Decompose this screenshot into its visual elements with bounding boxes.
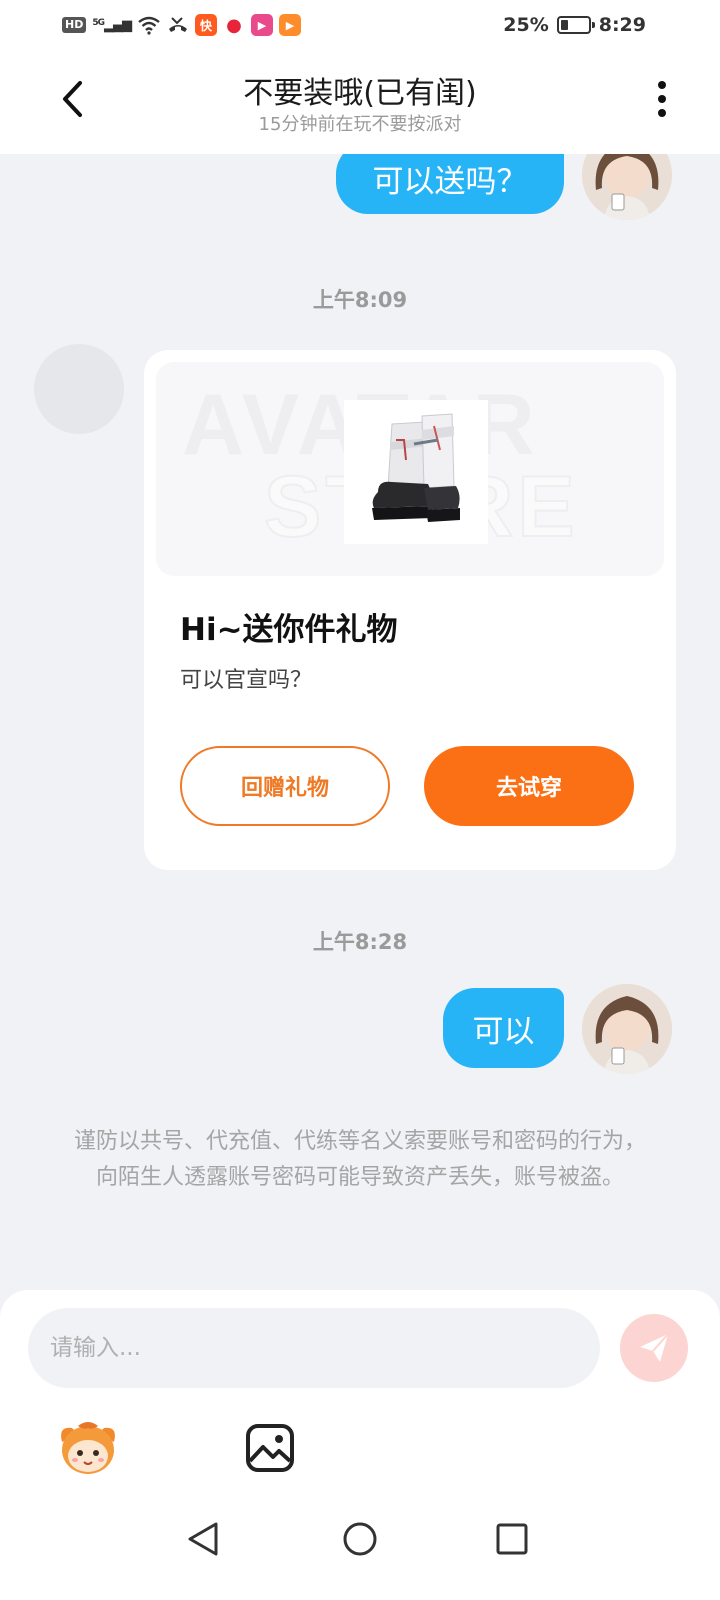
image-icon [246,1424,294,1472]
kuaishou-app-icon: 快 [195,14,217,36]
gift-description: 可以官宣吗？ [180,668,313,693]
nav-back-button[interactable] [178,1514,228,1564]
status-right: 25% 8:29 [503,10,646,40]
mascot-emoji-icon [61,1422,115,1474]
nav-recents-button[interactable] [487,1514,537,1564]
return-gift-button[interactable]: 回赠礼物 [180,746,390,826]
more-vertical-icon [658,81,666,117]
timestamp: 上午8:09 [312,288,408,312]
message-input[interactable] [28,1308,600,1388]
page-subtitle: 15分钟前在玩不要按派对 [258,114,462,135]
avatar-image [582,984,672,1074]
status-left: HD 5G▂▄▆ 快 ● ▶ ▶ [62,12,301,38]
emoji-button[interactable] [56,1420,120,1476]
image-button[interactable] [242,1420,298,1476]
hd-badge: HD [62,17,87,33]
message-text: 可以 [472,1013,535,1050]
gift-image-area: AVATAR STORE [156,362,664,576]
triangle-back-icon [188,1522,218,1556]
boots-image [344,400,488,544]
security-warning: 谨防以共号、代充值、代练等名义索要账号和密码的行为，向陌生人透露账号密码可能导致… [73,1129,646,1190]
system-nav-bar [0,1480,720,1600]
input-panel [0,1290,720,1480]
circle-home-icon [343,1522,377,1556]
red-app-icon: ● [223,14,245,36]
gift-card[interactable]: AVATAR STORE [144,350,676,870]
avatar-image [582,154,672,220]
wifi-icon [138,16,160,35]
my-avatar[interactable] [582,984,672,1074]
message-bubble-sent[interactable]: 可以 [443,988,564,1068]
other-avatar[interactable] [34,344,124,434]
status-bar: HD 5G▂▄▆ 快 ● ▶ ▶ 25% 8:29 [0,0,720,50]
page-title: 不要装哦(已有闺) [243,76,477,111]
my-avatar[interactable] [582,154,672,220]
chat-area[interactable]: 可以送吗？ 上午8:09 AVATAR STORE [0,154,720,1294]
battery-icon [556,16,595,34]
message-bubble-sent[interactable]: 可以送吗？ [336,154,564,214]
timestamp: 上午8:28 [312,930,408,954]
signal-icon: 5G▂▄▆ [92,17,132,33]
orange-app-icon: ▶ [279,14,301,36]
message-text: 可以送吗？ [372,163,528,200]
more-button[interactable] [646,74,678,124]
send-button[interactable] [620,1314,688,1382]
try-on-button[interactable]: 去试穿 [424,746,634,826]
battery-percent: 25% [503,14,549,36]
nav-home-button[interactable] [335,1514,385,1564]
battery-fill [560,20,568,30]
gift-title: Hi~送你件礼物 [180,612,398,648]
send-icon [640,1333,669,1362]
chat-header: 不要装哦(已有闺) 15分钟前在玩不要按派对 [0,50,720,154]
clock: 8:29 [598,14,646,36]
video-app-icon: ▶ [251,14,273,36]
square-recents-icon [496,1523,528,1555]
missed-call-icon [169,17,187,32]
gift-product-image[interactable] [344,400,488,544]
